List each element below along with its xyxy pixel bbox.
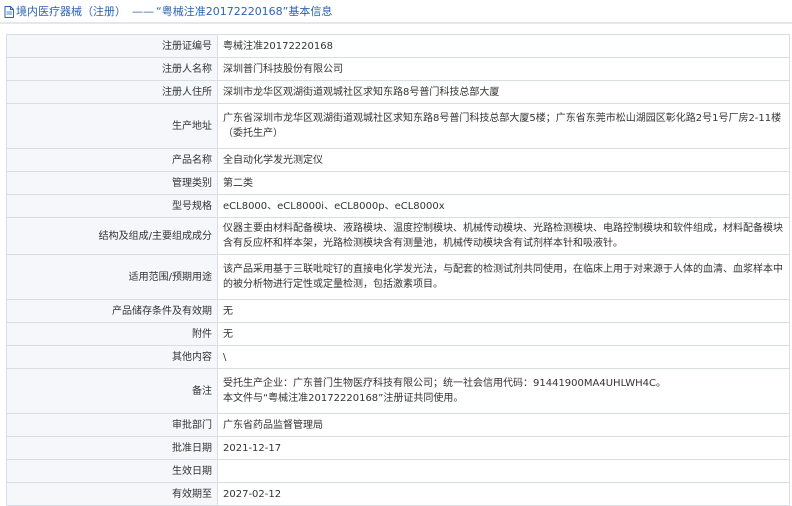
field-label: 注册人住所 [6, 80, 218, 104]
table-row: 批准日期 2021-12-17 [6, 436, 790, 460]
field-label: 附件 [6, 322, 218, 346]
field-label: 产品名称 [6, 148, 218, 172]
field-label: 其他内容 [6, 345, 218, 369]
field-value: 广东省药品监督管理局 [217, 413, 790, 437]
header-separator: —— [132, 5, 154, 18]
table-row: 产品名称 全自动化学发光测定仪 [6, 148, 790, 172]
field-value: 第二类 [217, 171, 790, 195]
field-value: 深圳市龙华区观湖街道观城社区求知东路8号普门科技总部大厦 [217, 80, 790, 104]
field-label: 生效日期 [6, 459, 218, 483]
field-label: 有效期至 [6, 482, 218, 506]
section-name: 境内医疗器械（注册） [16, 5, 126, 18]
header-title-group: 境内医疗器械（注册） —— “粤械注准20172220168”基本信息 [16, 3, 332, 19]
field-value: 无 [217, 299, 790, 323]
field-value: 2027-02-12 [217, 482, 790, 506]
table-row: 管理类别 第二类 [6, 171, 790, 195]
page-header: 境内医疗器械（注册） —— “粤械注准20172220168”基本信息 [0, 0, 792, 24]
remarks-line-1: 受托生产企业：广东普门生物医疗科技有限公司；统一社会信用代码：91441900M… [223, 378, 666, 389]
table-row: 审批部门 广东省药品监督管理局 [6, 413, 790, 437]
document-icon [3, 5, 14, 18]
field-value: eCL8000、eCL8000i、eCL8000p、eCL8000x [217, 194, 790, 218]
table-row: 注册人名称 深圳普门科技股份有限公司 [6, 57, 790, 81]
field-value: 广东省深圳市龙华区观湖街道观城社区求知东路8号普门科技总部大厦5楼；广东省东莞市… [217, 103, 790, 149]
table-row: 有效期至 2027-02-12 [6, 482, 790, 506]
field-label: 型号规格 [6, 194, 218, 218]
field-label: 结构及组成/主要组成成分 [6, 217, 218, 255]
remarks-value: 受托生产企业：广东普门生物医疗科技有限公司；统一社会信用代码：91441900M… [217, 368, 790, 414]
field-value: 仪器主要由材料配备模块、液路模块、温度控制模块、机械传动模块、光路检测模块、电路… [217, 217, 790, 255]
field-value: 深圳普门科技股份有限公司 [217, 57, 790, 81]
field-label: 批准日期 [6, 436, 218, 460]
field-value: 2021-12-17 [217, 436, 790, 460]
info-table: 注册证编号 粤械注准20172220168 注册人名称 深圳普门科技股份有限公司… [6, 34, 790, 506]
field-value: 该产品采用基于三联吡啶钌的直接电化学发光法，与配套的检测试剂共同使用，在临床上用… [217, 254, 790, 300]
field-value: 全自动化学发光测定仪 [217, 148, 790, 172]
record-title: “粤械注准20172220168”基本信息 [156, 5, 333, 18]
table-row: 适用范围/预期用途 该产品采用基于三联吡啶钌的直接电化学发光法，与配套的检测试剂… [6, 254, 790, 300]
table-row: 备注 受托生产企业：广东普门生物医疗科技有限公司；统一社会信用代码：914419… [6, 368, 790, 414]
table-row: 产品储存条件及有效期 无 [6, 299, 790, 323]
field-label: 审批部门 [6, 413, 218, 437]
field-value [217, 459, 790, 483]
table-row: 结构及组成/主要组成成分 仪器主要由材料配备模块、液路模块、温度控制模块、机械传… [6, 217, 790, 255]
table-row: 生效日期 [6, 459, 790, 483]
field-label: 注册人名称 [6, 57, 218, 81]
field-value: 粤械注准20172220168 [217, 34, 790, 58]
field-label: 备注 [6, 368, 218, 414]
field-label: 产品储存条件及有效期 [6, 299, 218, 323]
table-row: 附件 无 [6, 322, 790, 346]
field-label: 管理类别 [6, 171, 218, 195]
field-label: 生产地址 [6, 103, 218, 149]
remarks-line-2: 本文件与“粤械注准20172220168”注册证共同使用。 [223, 393, 464, 404]
table-row: 生产地址 广东省深圳市龙华区观湖街道观城社区求知东路8号普门科技总部大厦5楼；广… [6, 103, 790, 149]
field-value: \ [217, 345, 790, 369]
field-label: 适用范围/预期用途 [6, 254, 218, 300]
table-row: 注册人住所 深圳市龙华区观湖街道观城社区求知东路8号普门科技总部大厦 [6, 80, 790, 104]
table-row: 型号规格 eCL8000、eCL8000i、eCL8000p、eCL8000x [6, 194, 790, 218]
field-value: 无 [217, 322, 790, 346]
table-row: 其他内容 \ [6, 345, 790, 369]
field-label: 注册证编号 [6, 34, 218, 58]
table-row: 注册证编号 粤械注准20172220168 [6, 34, 790, 58]
